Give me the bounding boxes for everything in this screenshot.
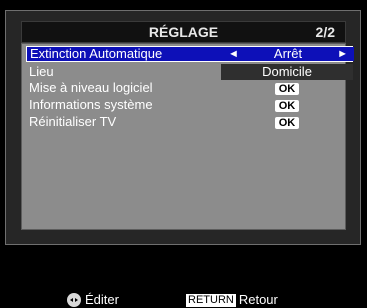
arrow-left-icon[interactable]: ◄ xyxy=(228,47,239,61)
menu-item-label: Informations système xyxy=(29,97,153,112)
menu-item-label: Mise à niveau logiciel xyxy=(29,80,153,95)
menu-item-reset-tv[interactable]: Réinitialiser TV OK xyxy=(26,114,353,130)
ok-button[interactable]: OK xyxy=(274,117,300,129)
page-number: 2/2 xyxy=(315,24,335,40)
menu-header: RÉGLAGE 2/2 xyxy=(21,21,346,43)
auto-off-selector[interactable]: ◄ Arrêt ► xyxy=(222,47,354,61)
edit-label: Éditer xyxy=(85,292,119,307)
reset-tv-cell: OK xyxy=(221,114,353,130)
footer-edit-hint: Éditer xyxy=(67,292,119,307)
menu-item-location[interactable]: Lieu Domicile xyxy=(26,64,353,80)
ok-button[interactable]: OK xyxy=(274,83,300,95)
menu-item-software-update[interactable]: Mise à niveau logiciel OK xyxy=(26,80,353,96)
left-right-dpad-icon xyxy=(67,293,81,307)
menu-item-system-info[interactable]: Informations système OK xyxy=(26,97,353,113)
system-info-cell: OK xyxy=(221,97,353,113)
menu-item-label: Extinction Automatique xyxy=(30,46,163,61)
return-label: Retour xyxy=(238,292,278,307)
location-value: Domicile xyxy=(221,64,353,80)
arrow-right-icon[interactable]: ► xyxy=(337,47,348,61)
menu-item-label: Réinitialiser TV xyxy=(29,114,117,129)
auto-off-value: Arrêt xyxy=(273,46,303,61)
return-key-icon: RETURN xyxy=(186,294,236,307)
footer-return-hint: RETURN Retour xyxy=(186,292,278,307)
software-update-cell: OK xyxy=(221,80,353,96)
menu-item-auto-off[interactable]: Extinction Automatique ◄ Arrêt ► xyxy=(26,46,354,62)
menu-item-label: Lieu xyxy=(29,64,54,79)
page-title: RÉGLAGE xyxy=(148,24,219,40)
ok-button[interactable]: OK xyxy=(274,100,300,112)
